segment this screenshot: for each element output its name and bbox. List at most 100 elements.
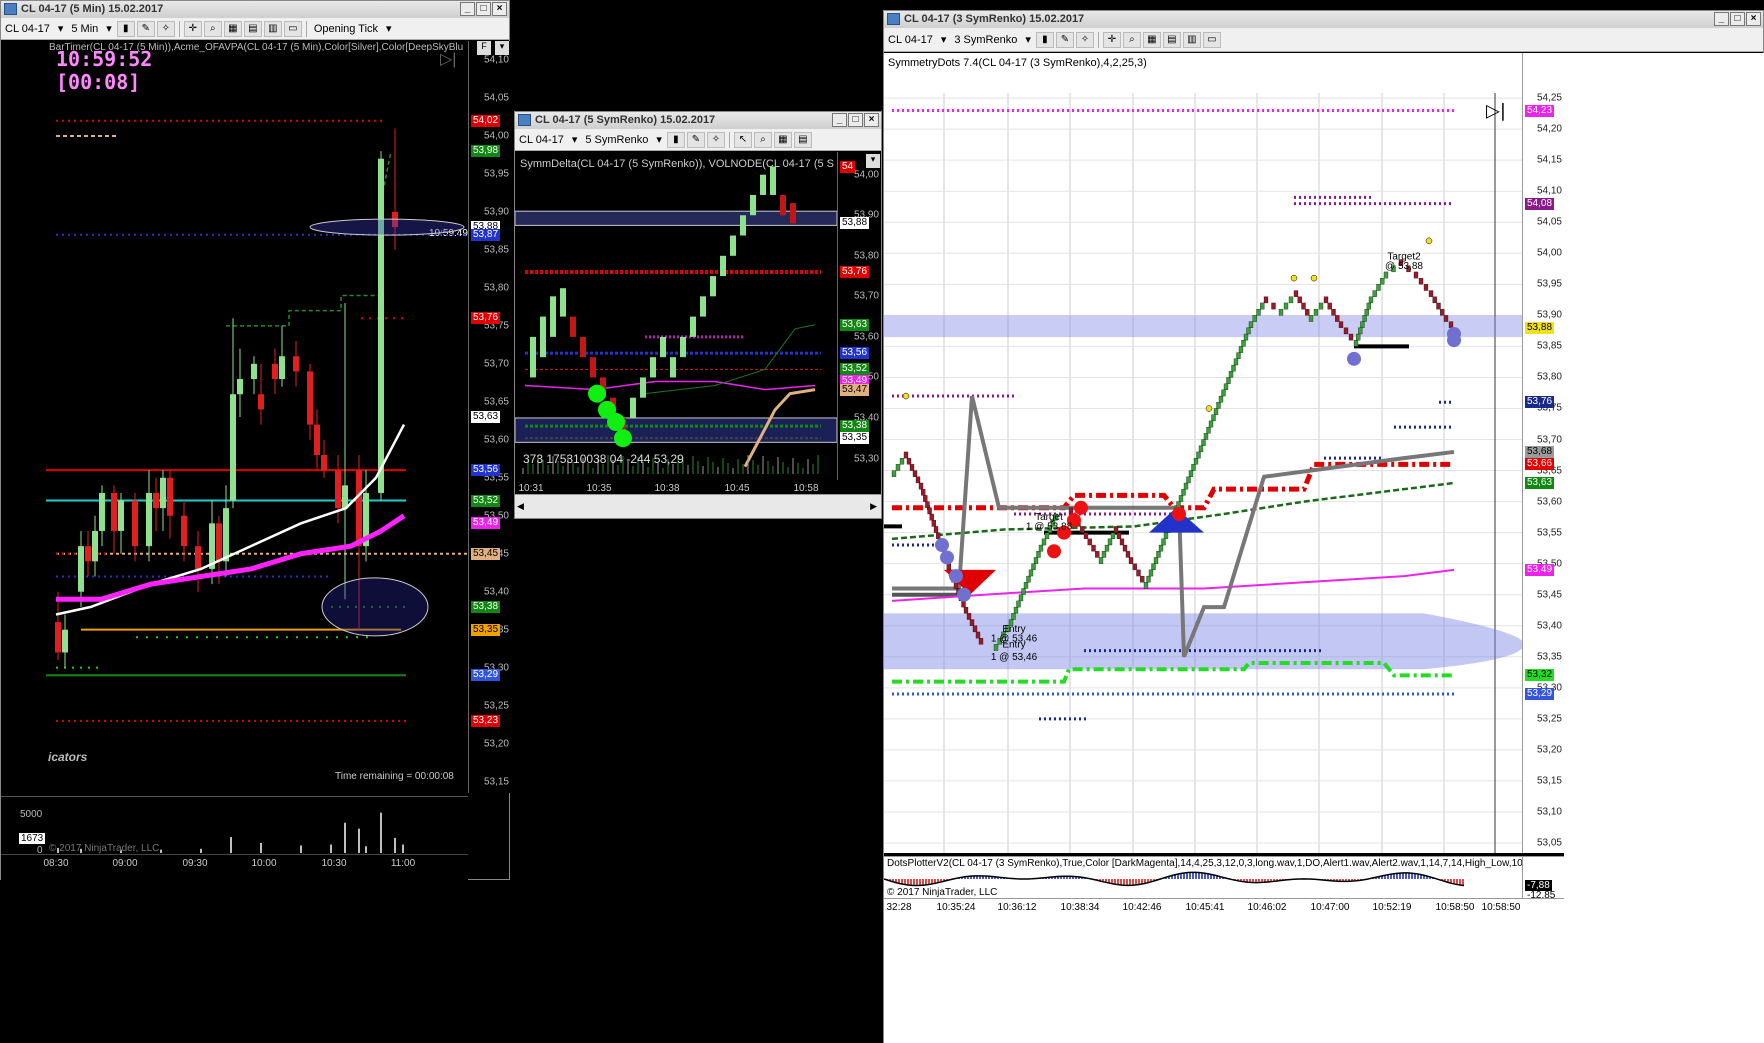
chevron-down-icon[interactable]: ▾: [652, 131, 666, 149]
price-panel[interactable]: SymmDelta(CL 04-17 (5 SymRenko)), VOLNOD…: [515, 152, 837, 480]
price-tick: 53,40: [483, 586, 509, 598]
price-axis[interactable]: F ▾ 54,10 54,05 54,00 53,95 53,90 53,85 53,80 5…: [468, 41, 511, 793]
renko-brick: [1263, 296, 1269, 304]
interval-selector[interactable]: 5 SymRenko: [581, 131, 652, 149]
pencil-icon[interactable]: ✎: [1055, 31, 1074, 48]
chevron-down-icon[interactable]: ▾: [382, 20, 396, 38]
renko-brick: [1288, 296, 1294, 304]
renko-brick: [570, 316, 576, 337]
cursor-icon[interactable]: ↖: [733, 131, 752, 148]
close-button[interactable]: ×: [864, 113, 879, 127]
horizontal-scrollbar[interactable]: ◀ ▶: [515, 494, 881, 518]
magic-wand-icon[interactable]: ✧: [156, 20, 175, 37]
signal-dot: [1047, 544, 1061, 559]
price-tick: 53,70: [483, 358, 509, 370]
interval-selector[interactable]: 3 SymRenko: [950, 31, 1021, 49]
grid-icon[interactable]: ▦: [773, 131, 792, 148]
chevron-down-icon[interactable]: ▾: [54, 20, 68, 38]
zoom-icon[interactable]: ⌕: [203, 20, 222, 37]
renko-brick: [1125, 551, 1131, 558]
instrument-selector[interactable]: CL 04-17: [1, 20, 54, 38]
instrument-selector[interactable]: CL 04-17: [884, 31, 937, 49]
maximize-button[interactable]: □: [1730, 12, 1745, 26]
zoom-icon[interactable]: ⌕: [753, 131, 772, 148]
crosshair-icon[interactable]: ✛: [1102, 31, 1121, 48]
renko-brick: [1091, 544, 1096, 552]
chevron-down-icon[interactable]: ▾: [102, 20, 116, 38]
window-titlebar[interactable]: CL 04-17 (5 Min) 15.02.2017 _ □ ×: [1, 1, 509, 18]
chevron-down-icon[interactable]: ▾: [495, 41, 509, 55]
pencil-icon[interactable]: ✎: [136, 20, 155, 37]
bar-style-icon[interactable]: ▮: [1035, 31, 1054, 48]
scroll-right-icon[interactable]: ▶: [870, 501, 877, 512]
renko-brick: [891, 470, 897, 477]
interval-selector[interactable]: 5 Min: [67, 20, 102, 38]
scroll-left-icon[interactable]: ◀: [517, 501, 524, 512]
signal-dot: [1172, 507, 1186, 522]
pencil-icon[interactable]: ✎: [686, 131, 705, 148]
instrument-selector[interactable]: CL 04-17: [515, 131, 568, 149]
price-tick: 53,95: [1536, 278, 1562, 290]
chart-icon[interactable]: ▥: [1182, 31, 1201, 48]
time-axis[interactable]: 10:31 10:35 10:38 10:45 10:58: [515, 480, 881, 494]
price-panel[interactable]: BarTimer(CL 04-17 (5 Min)),Acme_OFAVPA(C…: [1, 41, 468, 793]
oscillator-panel[interactable]: DotsPlotterV2(CL 04-17 (3 SymRenko),True…: [884, 856, 1522, 898]
magic-wand-icon[interactable]: ✧: [1075, 31, 1094, 48]
magic-wand-icon[interactable]: ✧: [706, 131, 725, 148]
chart-icon[interactable]: ▥: [263, 20, 282, 37]
properties-icon[interactable]: ▤: [793, 131, 812, 148]
bar-style-icon[interactable]: ▮: [666, 131, 685, 148]
renko-brick: [1243, 333, 1249, 341]
chevron-down-icon[interactable]: ▾: [866, 154, 880, 168]
properties-icon[interactable]: ▤: [243, 20, 262, 37]
chevron-down-icon[interactable]: ▾: [568, 131, 582, 149]
price-tick: 54,05: [483, 92, 509, 104]
renko-brick: [550, 296, 556, 337]
maximize-button[interactable]: □: [476, 2, 491, 16]
maximize-button[interactable]: □: [848, 113, 863, 127]
renko-brick: [1256, 309, 1261, 316]
time-axis[interactable]: 08:30 09:00 09:30 10:00 10:30 11:00: [1, 854, 468, 880]
price-marker-label: 53,87: [471, 228, 501, 241]
renko-brick: [1308, 315, 1314, 322]
renko-brick: [1101, 551, 1107, 558]
time-tick: 10:31: [518, 483, 544, 494]
minimize-button[interactable]: _: [832, 113, 847, 127]
renko-brick: [1271, 302, 1276, 310]
chevron-down-icon[interactable]: ▾: [937, 31, 951, 49]
grid-icon[interactable]: ▦: [1142, 31, 1161, 48]
renko-brick: [1083, 532, 1089, 539]
data-box-icon[interactable]: ▭: [283, 20, 302, 37]
price-marker-label: 54: [840, 160, 856, 173]
oscillator-axis[interactable]: -7,88 -12,85: [1522, 856, 1564, 898]
price-chart-canvas: Target2@ 53,88Target1 @ 53,88Entry1 @ 53…: [884, 93, 1522, 853]
minimize-button[interactable]: _: [1714, 12, 1729, 26]
price-axis[interactable]: ▾ 54,0053,9053,8053,7053,6053,5053,4053,…: [837, 152, 881, 480]
time-axis[interactable]: 32:28 10:35:24 10:36:12 10:38:34 10:42:46 10:…: [884, 898, 1564, 918]
price-marker-label: 53,88: [1525, 321, 1555, 334]
window-titlebar[interactable]: CL 04-17 (3 SymRenko) 15.02.2017 _ □ ×: [884, 11, 1763, 28]
price-axis[interactable]: 54,25 54,20 54,15 54,10 54,05 54,00 53,95 53,90…: [1522, 53, 1564, 853]
renko-brick: [1176, 501, 1181, 508]
close-button[interactable]: ×: [492, 2, 507, 16]
data-box-icon[interactable]: ▭: [1202, 31, 1221, 48]
chart-toolbar: CL 04-17 ▾ 5 Min ▾ ▮ ✎ ✧ ✛ ⌕ ▦ ▤ ▥ ▭ Opening Tic…: [1, 18, 509, 40]
volume-panel[interactable]: 5000 1673 0 © 2017 NinjaTrader, LLC: [1, 796, 468, 854]
renko-brick: [1011, 613, 1016, 620]
bar-style-icon[interactable]: ▮: [116, 20, 135, 37]
renko-brick: [1113, 526, 1119, 533]
close-button[interactable]: ×: [1746, 12, 1761, 26]
minimize-button[interactable]: _: [460, 2, 475, 16]
window-titlebar[interactable]: CL 04-17 (5 SymRenko) 15.02.2017 _ □ ×: [515, 112, 881, 129]
tick-mode-selector[interactable]: Opening Tick: [310, 20, 382, 38]
properties-icon[interactable]: ▤: [1162, 31, 1181, 48]
axis-menu-button[interactable]: F: [477, 41, 491, 55]
zoom-icon[interactable]: ⌕: [1122, 31, 1141, 48]
renko-brick: [966, 613, 972, 620]
grid-icon[interactable]: ▦: [223, 20, 242, 37]
renko-brick: [1241, 340, 1246, 347]
price-panel[interactable]: SymmetryDots 7.4(CL 04-17 (3 SymRenko),4…: [884, 53, 1522, 853]
crosshair-icon[interactable]: ✛: [183, 20, 202, 37]
chevron-down-icon[interactable]: ▾: [1021, 31, 1035, 49]
renko-brick: [1132, 563, 1137, 571]
